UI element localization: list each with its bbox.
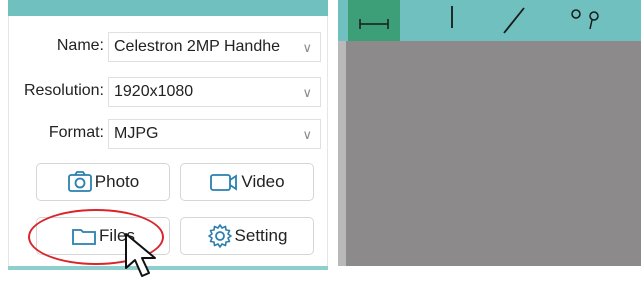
video-button-label: Video [241,172,285,191]
format-select-value: MJPG [114,125,159,142]
name-select-value: Celestron 2MP Handhe [114,38,281,55]
video-icon [209,171,239,193]
chevron-down-icon: ∨ [302,40,312,55]
diagonal-line-tool-icon[interactable] [500,0,528,41]
name-select[interactable]: Celestron 2MP Handhe ∨ [108,32,321,62]
preview-border [338,41,346,266]
setting-button[interactable]: Setting [180,217,314,255]
format-select[interactable]: MJPG ∨ [108,119,321,149]
preview-toolbar [338,0,641,41]
chevron-down-icon: ∨ [302,85,312,100]
setting-button-label: Setting [234,226,288,245]
camera-preview [338,41,641,266]
panel-header-bar [8,0,328,16]
video-button[interactable]: Video [180,163,314,201]
camera-control-panel: Name: Celestron 2MP Handhe ∨ Resolution:… [0,0,336,284]
camera-icon [67,170,93,194]
format-label: Format: [48,124,104,141]
name-label: Name: [56,37,104,54]
horizontal-line-tool-icon[interactable] [348,0,400,41]
mouse-cursor-icon [124,232,170,289]
gear-icon [207,223,233,249]
resolution-label: Resolution: [23,82,104,99]
chevron-down-icon: ∨ [302,127,312,142]
resolution-select[interactable]: 1920x1080 ∨ [108,77,321,107]
resolution-select-value: 1920x1080 [114,83,194,100]
point-tool-icon[interactable] [566,0,608,37]
photo-button-label: Photo [94,172,140,191]
vertical-line-tool-icon[interactable] [446,0,458,35]
photo-button[interactable]: Photo [36,163,170,201]
